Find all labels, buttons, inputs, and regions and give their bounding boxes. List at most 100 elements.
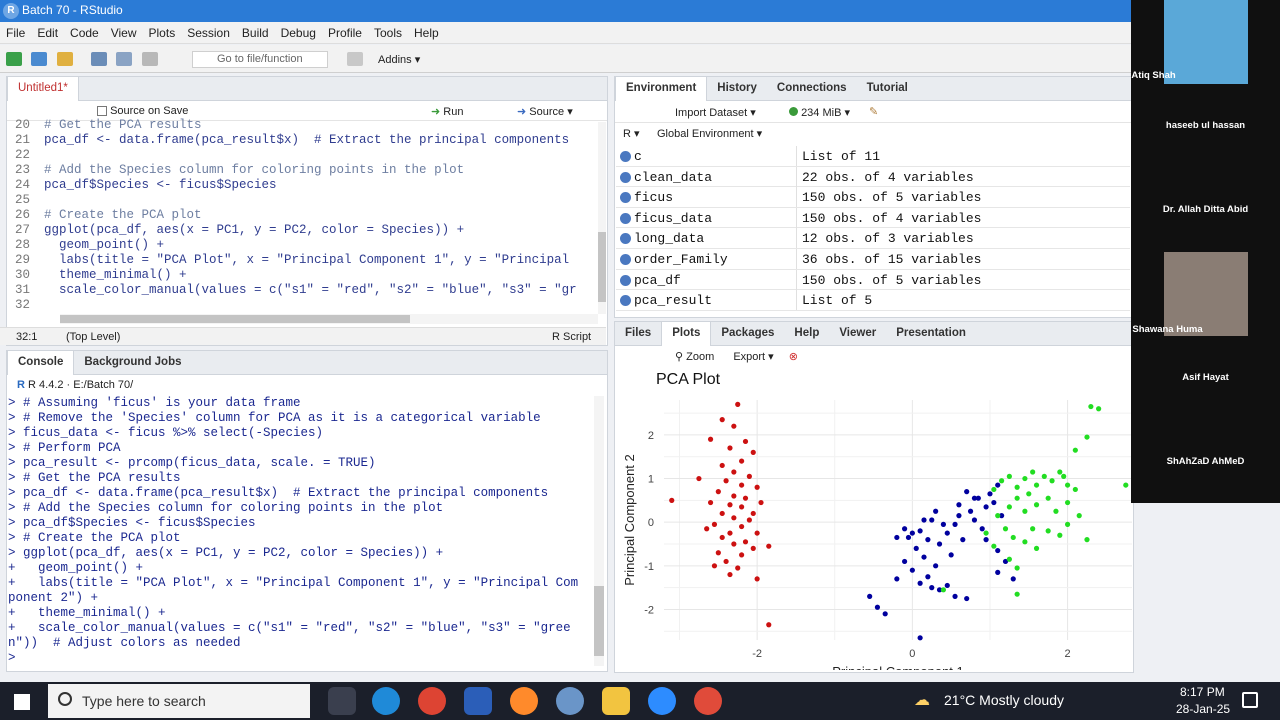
edge-browser-icon[interactable] [372, 687, 400, 715]
expand-object-icon[interactable] [620, 192, 631, 204]
new-project-icon[interactable] [31, 52, 48, 66]
tab-console[interactable]: Console [7, 351, 75, 375]
menu-help[interactable]: Help [408, 22, 445, 40]
menu-file[interactable]: File [0, 22, 31, 40]
expand-object-icon[interactable] [620, 212, 631, 224]
editor-horizontal-scrollbar[interactable] [60, 314, 598, 324]
environment-row[interactable]: ficus_data 150 obs. of 4 variables [616, 207, 1130, 229]
expand-object-icon[interactable] [620, 233, 631, 245]
code-line[interactable]: 29 labs(title = "PCA Plot", x = "Princip… [8, 253, 606, 268]
code-line[interactable]: 23 # Add the Species column for coloring … [8, 163, 606, 178]
tab-files[interactable]: Files [615, 322, 661, 346]
windows-start-icon[interactable] [14, 694, 30, 710]
environment-row[interactable]: long_data 12 obs. of 3 variables [616, 228, 1130, 249]
expand-object-icon[interactable] [620, 295, 631, 307]
menu-session[interactable]: Session [181, 22, 236, 40]
taskbar-search[interactable]: Type here to search [48, 684, 310, 718]
expand-object-icon[interactable] [620, 171, 631, 183]
broom-clear-icon[interactable]: ✎ [869, 105, 878, 118]
code-line[interactable]: 24 pca_df$Species <- ficus$Species [8, 178, 606, 193]
code-line[interactable]: 20 # Get the PCA results [8, 118, 606, 133]
source-button[interactable]: ➜ Source ▾ [517, 105, 573, 118]
environment-row[interactable]: pca_df 150 obs. of 5 variables [616, 269, 1130, 291]
expand-object-icon[interactable] [620, 151, 631, 162]
source-on-save-checkbox[interactable] [97, 106, 107, 117]
menu-view[interactable]: View [105, 22, 143, 40]
code-line[interactable]: 25 [8, 193, 606, 208]
remove-plot-icon[interactable]: ⊗ [789, 351, 798, 363]
code-line[interactable]: 22 [8, 148, 606, 163]
task-view-icon[interactable] [328, 687, 356, 715]
tab-help[interactable]: Help [784, 322, 829, 346]
tab-environment[interactable]: Environment [615, 77, 708, 101]
code-editor[interactable]: 20 # Get the PCA results 21 pca_df <- data.… [8, 118, 606, 314]
editor-vertical-scrollbar[interactable] [598, 122, 606, 314]
save-icon[interactable] [91, 52, 108, 66]
scatter-point-s1 [750, 449, 756, 455]
menu-plots[interactable]: Plots [143, 22, 182, 40]
environment-row[interactable]: clean_data 22 obs. of 4 variables [616, 166, 1130, 188]
new-file-icon[interactable] [6, 52, 22, 66]
chrome-icon[interactable] [418, 687, 446, 715]
export-dropdown[interactable]: Export ▾ [733, 351, 773, 363]
firefox-icon[interactable] [510, 687, 538, 715]
tab-history[interactable]: History [707, 77, 767, 101]
console-scrollbar[interactable] [594, 396, 604, 666]
environment-row[interactable]: pca_result List of 5 [616, 290, 1130, 311]
code-line[interactable]: 32 [8, 298, 606, 313]
weather-icon[interactable]: ☁ [914, 690, 936, 709]
console-scroll-thumb[interactable] [594, 586, 604, 656]
tab-presentation[interactable]: Presentation [886, 322, 976, 346]
code-line[interactable]: 31 scale_color_manual(values = c("s1" = … [8, 283, 606, 298]
menu-profile[interactable]: Profile [322, 22, 368, 40]
menu-edit[interactable]: Edit [31, 22, 64, 40]
tab-background-jobs[interactable]: Background Jobs [74, 351, 191, 375]
code-line[interactable]: 27 ggplot(pca_df, aes(x = PC1, y = PC2, c… [8, 223, 606, 238]
language-selector[interactable]: R [623, 128, 631, 140]
filetype-selector[interactable]: R Script [552, 331, 591, 343]
menu-code[interactable]: Code [64, 22, 105, 40]
editor-hscroll-thumb[interactable] [60, 315, 410, 323]
scope-selector[interactable]: (Top Level) [66, 331, 120, 343]
memory-usage[interactable]: 234 MiB ▾ [789, 106, 850, 119]
save-all-icon[interactable] [116, 52, 133, 66]
code-line[interactable]: 26 # Create the PCA plot [8, 208, 606, 223]
expand-object-icon[interactable] [620, 274, 631, 286]
word-icon[interactable] [464, 687, 492, 715]
console-output[interactable]: > # Assuming 'ficus' is your data frame >… [8, 396, 606, 666]
notifications-icon[interactable] [1242, 692, 1258, 708]
tab-tutorial[interactable]: Tutorial [857, 77, 918, 101]
expand-object-icon[interactable] [620, 253, 631, 265]
environment-row[interactable]: ficus 150 obs. of 5 variables [616, 187, 1130, 208]
tab-viewer[interactable]: Viewer [829, 322, 886, 346]
open-file-icon[interactable] [56, 52, 73, 66]
menu-tools[interactable]: Tools [368, 22, 408, 40]
rstudio-taskbar-icon[interactable] [556, 687, 584, 715]
file-explorer-icon[interactable] [602, 687, 630, 715]
menu-debug[interactable]: Debug [275, 22, 322, 40]
import-dataset-dropdown[interactable]: Import Dataset ▾ [675, 106, 756, 119]
editor-scroll-thumb[interactable] [598, 232, 606, 302]
tab-plots[interactable]: Plots [661, 322, 712, 346]
chrome-secondary-icon[interactable] [694, 687, 722, 715]
run-button[interactable]: ➜ Run [431, 105, 463, 118]
print-icon[interactable] [141, 52, 158, 66]
code-line[interactable]: 28 geom_point() + [8, 238, 606, 253]
code-line[interactable]: 30 theme_minimal() + [8, 268, 606, 283]
weather-text[interactable]: 21°C Mostly cloudy [944, 692, 1064, 708]
addins-dropdown[interactable]: Addins ▾ [378, 53, 420, 66]
grid-layout-icon[interactable] [347, 52, 363, 66]
global-environment-selector[interactable]: Global Environment ▾ [657, 127, 762, 140]
code-line[interactable]: 21 pca_df <- data.frame(pca_result$x) # E… [8, 133, 606, 148]
tab-connections[interactable]: Connections [767, 77, 857, 101]
zoom-app-icon[interactable] [648, 687, 676, 715]
tab-packages[interactable]: Packages [711, 322, 784, 346]
environment-row[interactable]: order_Family 36 obs. of 15 variables [616, 248, 1130, 270]
clock-time[interactable]: 8:17 PM [1180, 685, 1225, 699]
zoom-button[interactable]: ⚲ Zoom [675, 351, 714, 363]
clock-date[interactable]: 28-Jan-25 [1176, 702, 1230, 716]
tab-untitled1[interactable]: Untitled1* [7, 77, 79, 101]
menu-build[interactable]: Build [236, 22, 275, 40]
environment-row[interactable]: c List of 11 [616, 146, 1130, 167]
goto-file-input[interactable]: Go to file/function [192, 51, 328, 68]
